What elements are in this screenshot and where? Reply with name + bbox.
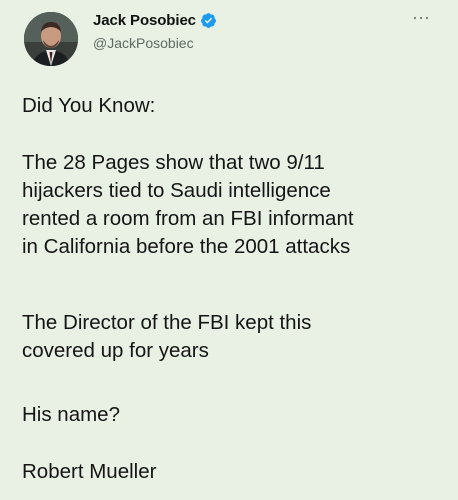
author-display-name[interactable]: Jack Posobiec — [93, 12, 196, 29]
tweet-text-paragraph-2: The 28 Pages show that two 9/11 hijacker… — [22, 151, 354, 258]
author-handle[interactable]: @JackPosobiec — [93, 35, 194, 51]
tweet-text-paragraph-5: Robert Mueller — [22, 460, 157, 483]
tweet-text-paragraph-1: Did You Know: — [22, 94, 156, 117]
tweet: Jack Posobiec @JackPosobiec ··· Did You … — [0, 0, 458, 500]
verified-badge-icon — [200, 12, 217, 29]
avatar[interactable] — [24, 12, 78, 66]
avatar-image — [24, 12, 78, 66]
author-name-row: Jack Posobiec — [93, 12, 217, 29]
more-horizontal-icon[interactable]: ··· — [412, 8, 430, 26]
tweet-text-paragraph-4: His name? — [22, 403, 120, 426]
tweet-text-paragraph-3: The Director of the FBI kept this covere… — [22, 311, 312, 362]
